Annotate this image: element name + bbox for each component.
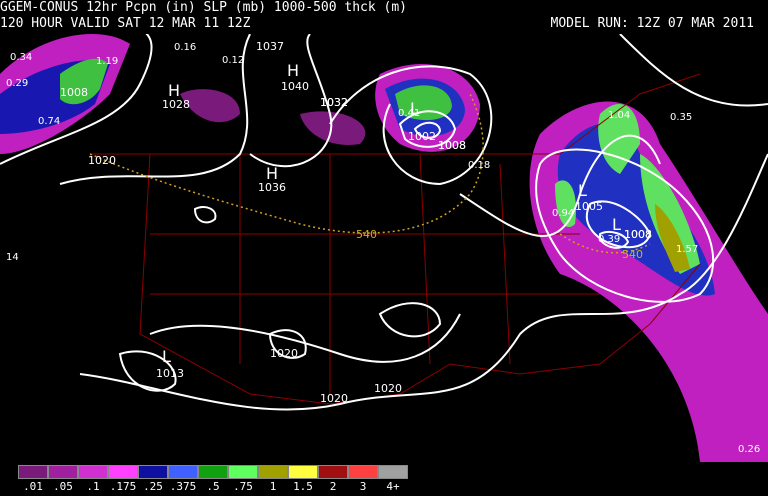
legend-swatch bbox=[78, 465, 108, 479]
center-value: 1013 bbox=[156, 367, 184, 380]
low-center-letter: L bbox=[162, 347, 171, 366]
center-value: 1040 bbox=[281, 80, 309, 93]
precip-value: 0.39 bbox=[598, 234, 620, 245]
center-value: 1005 bbox=[575, 200, 603, 213]
legend-swatch bbox=[378, 465, 408, 479]
precip-value: 1.57 bbox=[676, 244, 698, 255]
precip-value: 0.26 bbox=[738, 444, 760, 455]
isobar-label: 1020 bbox=[88, 154, 116, 167]
precip-value: 1.04 bbox=[608, 110, 630, 121]
legend-swatch bbox=[288, 465, 318, 479]
legend-swatch bbox=[318, 465, 348, 479]
legend-swatch bbox=[258, 465, 288, 479]
precip-value: 0.74 bbox=[38, 116, 60, 127]
precip-value: 0.12 bbox=[222, 55, 244, 66]
forecast-map: H 1028 H 1040 H 1036 L 1002 L 1005 L 100… bbox=[0, 34, 768, 462]
isobar-label: 1032 bbox=[320, 96, 348, 109]
thickness-label: 540 bbox=[622, 248, 643, 261]
center-value: 1028 bbox=[162, 98, 190, 111]
precip-value: 1.19 bbox=[96, 56, 118, 67]
isobar-label: 1020 bbox=[320, 392, 348, 405]
isobar-label: 1037 bbox=[256, 40, 284, 53]
high-center-letter: H bbox=[287, 61, 299, 80]
isobar-label: 1020 bbox=[374, 382, 402, 395]
legend-swatch bbox=[18, 465, 48, 479]
precip-value: 0.94 bbox=[552, 208, 574, 219]
legend-swatch bbox=[348, 465, 378, 479]
product-title: GGEM-CONUS 12hr Pcpn (in) SLP (mb) 1000-… bbox=[0, 0, 407, 15]
isobar-label: 1008 bbox=[624, 228, 652, 241]
center-value: 1002 bbox=[408, 130, 436, 143]
precip-value: 0.16 bbox=[174, 42, 196, 53]
precip-value: 0.34 bbox=[10, 52, 32, 63]
legend-label: 4+ bbox=[386, 480, 400, 493]
legend-swatch bbox=[198, 465, 228, 479]
low-center-letter: L bbox=[612, 215, 621, 234]
thickness-label: 540 bbox=[356, 228, 377, 241]
isobar-label: 1020 bbox=[270, 347, 298, 360]
precip-value: 0.18 bbox=[468, 160, 490, 171]
center-value: 1036 bbox=[258, 181, 286, 194]
isobar-label: 1008 bbox=[438, 139, 466, 152]
precip-value: 0.41 bbox=[398, 108, 420, 119]
isobar-label: 1008 bbox=[60, 86, 88, 99]
precip-value: 0.35 bbox=[670, 112, 692, 123]
legend-swatch bbox=[108, 465, 138, 479]
low-center-letter: L bbox=[578, 181, 587, 200]
model-run: MODEL RUN: 12Z 07 MAR 2011 bbox=[550, 16, 755, 31]
legend-swatch bbox=[168, 465, 198, 479]
precip-value: 0.29 bbox=[6, 78, 28, 89]
legend-swatch bbox=[48, 465, 78, 479]
precip-value: 14 bbox=[6, 252, 19, 263]
legend-swatch bbox=[228, 465, 258, 479]
legend-swatch bbox=[138, 465, 168, 479]
